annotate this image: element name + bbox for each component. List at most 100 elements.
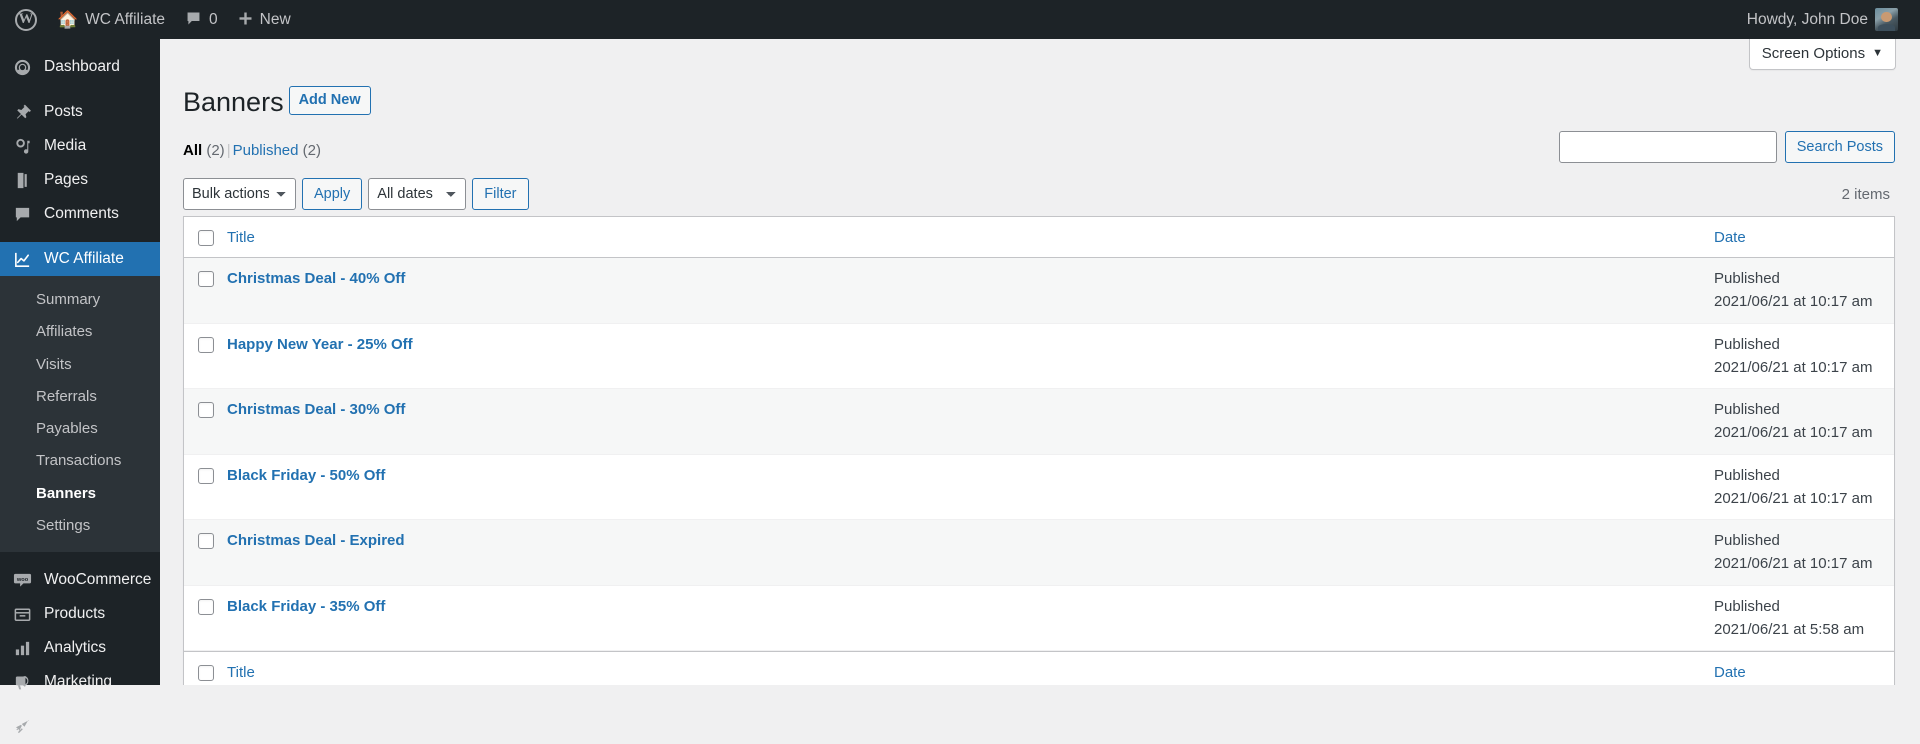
new-content-label: New — [259, 10, 291, 28]
row-checkbox[interactable] — [198, 336, 214, 353]
page-title: Banners — [183, 87, 284, 117]
row-status: Published — [1714, 335, 1780, 353]
row-date-cell: Published 2021/06/21 at 10:17 am — [1704, 324, 1894, 390]
sidebar-subitem-visits[interactable]: Visits — [0, 349, 160, 381]
home-icon: 🏠 — [57, 10, 79, 29]
banner-title-link[interactable]: Christmas Deal - Expired — [227, 529, 405, 553]
sidebar-item-dashboard[interactable]: Dashboard — [0, 50, 160, 84]
view-link-published[interactable]: Published (2) — [233, 142, 321, 159]
bulk-actions-select-top[interactable]: Bulk actions — [183, 178, 296, 211]
my-account-menu[interactable]: Howdy, John Doe — [1737, 0, 1908, 39]
view-filter-links: All (2) | Published (2) — [183, 136, 321, 166]
sidebar-item-marketing[interactable]: Marketing — [0, 665, 160, 699]
sort-by-title-link-top[interactable]: Title — [227, 229, 255, 246]
sidebar-subitem-affiliates[interactable]: Affiliates — [0, 316, 160, 348]
select-all-footer — [184, 651, 217, 685]
select-all-header — [184, 217, 217, 259]
sidebar-subitem-summary[interactable]: Summary — [0, 284, 160, 316]
sidebar-subitem-transactions[interactable]: Transactions — [0, 445, 160, 477]
table-footer-row: Title Date — [184, 651, 1894, 685]
view-all-label[interactable]: All — [183, 142, 202, 159]
select-all-checkbox-top[interactable] — [198, 230, 214, 247]
sidebar-item-label: Analytics — [44, 639, 107, 656]
date-filter-select[interactable]: All dates — [368, 178, 467, 211]
howdy-label: Howdy, John Doe — [1746, 10, 1868, 28]
row-date: 2021/06/21 at 10:17 am — [1714, 358, 1873, 376]
sidebar-item-woocommerce[interactable]: woo WooCommerce — [0, 563, 160, 597]
search-posts-button[interactable]: Search Posts — [1784, 131, 1895, 164]
sidebar-item-label: Media — [44, 137, 87, 154]
admin-bar-left: 🏠 WC Affiliate 0 New — [0, 0, 301, 39]
row-checkbox[interactable] — [198, 467, 214, 484]
comments-count: 0 — [209, 10, 218, 28]
banner-title-link[interactable]: Black Friday - 35% Off — [227, 595, 385, 619]
row-date: 2021/06/21 at 10:17 am — [1714, 555, 1873, 573]
row-checkbox[interactable] — [198, 598, 214, 615]
sidebar-item-posts[interactable]: Posts — [0, 95, 160, 129]
view-published-count: (2) — [302, 142, 321, 160]
sidebar-item-appearance[interactable]: Appearance — [0, 710, 160, 744]
avatar — [1875, 8, 1898, 31]
row-checkbox[interactable] — [198, 271, 214, 288]
sidebar-item-pages[interactable]: Pages — [0, 163, 160, 197]
row-status: Published — [1714, 401, 1780, 419]
sidebar-item-label: Dashboard — [44, 58, 120, 75]
banner-title-link[interactable]: Christmas Deal - 40% Off — [227, 267, 405, 291]
sidebar-item-comments[interactable]: Comments — [0, 197, 160, 231]
row-status: Published — [1714, 532, 1780, 550]
sidebar-divider — [0, 231, 160, 242]
sidebar-subitem-banners[interactable]: Banners — [0, 478, 160, 510]
select-all-checkbox-bottom[interactable] — [198, 665, 214, 682]
row-checkbox[interactable] — [198, 533, 214, 550]
row-select-cell — [184, 258, 217, 324]
filter-button[interactable]: Filter — [472, 178, 529, 211]
view-link-all[interactable]: All (2) — [183, 142, 225, 159]
add-new-button[interactable]: Add New — [288, 86, 371, 116]
sidebar-item-media[interactable]: Media — [0, 129, 160, 163]
banner-title-link[interactable]: Christmas Deal - 30% Off — [227, 398, 405, 422]
table-row: Christmas Deal - 30% Off Published 2021/… — [184, 389, 1894, 455]
row-select-cell — [184, 324, 217, 390]
displaying-num-top: 2 items — [1841, 185, 1890, 203]
sort-by-title-link-bottom[interactable]: Title — [227, 664, 255, 681]
row-date-cell: Published 2021/06/21 at 10:17 am — [1704, 520, 1894, 586]
banners-table: Title Date Christmas Deal - 40% Off Publ… — [183, 216, 1895, 685]
row-status: Published — [1714, 466, 1780, 484]
apply-button-top[interactable]: Apply — [302, 178, 363, 211]
sidebar-item-label: Comments — [44, 205, 119, 222]
view-separator: | — [226, 142, 231, 160]
site-name-menu[interactable]: 🏠 WC Affiliate — [47, 0, 175, 39]
row-date: 2021/06/21 at 10:17 am — [1714, 293, 1873, 311]
sidebar-item-label: Appearance — [44, 718, 128, 735]
sort-by-date-link-bottom[interactable]: Date — [1714, 664, 1746, 681]
row-title-cell: Happy New Year - 25% Off — [217, 324, 1704, 390]
sidebar-subitem-referrals[interactable]: Referrals — [0, 381, 160, 413]
row-status: Published — [1714, 597, 1780, 615]
table-header-row: Title Date — [184, 217, 1894, 259]
sidebar-item-analytics[interactable]: Analytics — [0, 631, 160, 665]
sort-by-date-link-top[interactable]: Date — [1714, 229, 1746, 246]
banner-title-link[interactable]: Black Friday - 50% Off — [227, 464, 385, 488]
sidebar-subitem-settings[interactable]: Settings — [0, 510, 160, 542]
search-input[interactable] — [1558, 131, 1777, 164]
sidebar-item-wc-affiliate[interactable]: WC Affiliate — [0, 242, 160, 276]
row-title-cell: Christmas Deal - 40% Off — [217, 258, 1704, 324]
sidebar-subitem-payables[interactable]: Payables — [0, 413, 160, 445]
table-head: Title Date — [184, 217, 1894, 259]
row-date-cell: Published 2021/06/21 at 10:17 am — [1704, 258, 1894, 324]
sidebar-divider — [0, 552, 160, 563]
view-published-label[interactable]: Published — [233, 142, 299, 159]
paintbrush-icon — [12, 717, 33, 737]
column-header-title: Title — [217, 217, 1704, 259]
new-content-menu[interactable]: New — [228, 0, 301, 39]
comments-menu[interactable]: 0 — [175, 0, 228, 39]
row-status: Published — [1714, 270, 1780, 288]
screen-options-button[interactable]: Screen Options ▼ — [1748, 39, 1896, 70]
wordpress-logo-menu[interactable] — [5, 0, 47, 39]
row-date: 2021/06/21 at 10:17 am — [1714, 489, 1873, 507]
sidebar-item-products[interactable]: Products — [0, 597, 160, 631]
products-box-icon — [12, 604, 33, 624]
row-checkbox[interactable] — [198, 402, 214, 419]
sidebar-submenu-wc-affiliate: Summary Affiliates Visits Referrals Paya… — [0, 276, 160, 552]
banner-title-link[interactable]: Happy New Year - 25% Off — [227, 333, 413, 357]
